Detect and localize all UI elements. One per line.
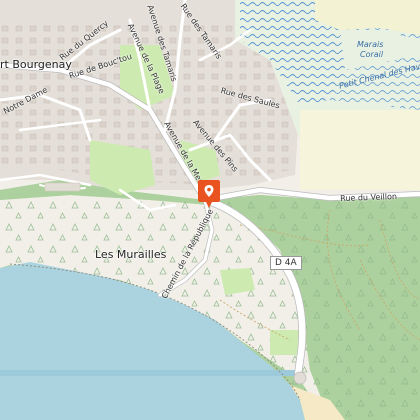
map-view[interactable]: rt Bourgenay Les Murailles Marais Corail… — [0, 0, 420, 420]
map-pin-icon — [198, 180, 220, 208]
place-label-les-murailles: Les Murailles — [95, 248, 167, 261]
location-marker[interactable] — [198, 180, 220, 208]
place-label-corail: Corail — [360, 50, 384, 59]
field-area — [300, 110, 420, 190]
place-label-marais: Marais — [357, 40, 384, 49]
road-shield-d4a: D 4A — [270, 256, 302, 270]
